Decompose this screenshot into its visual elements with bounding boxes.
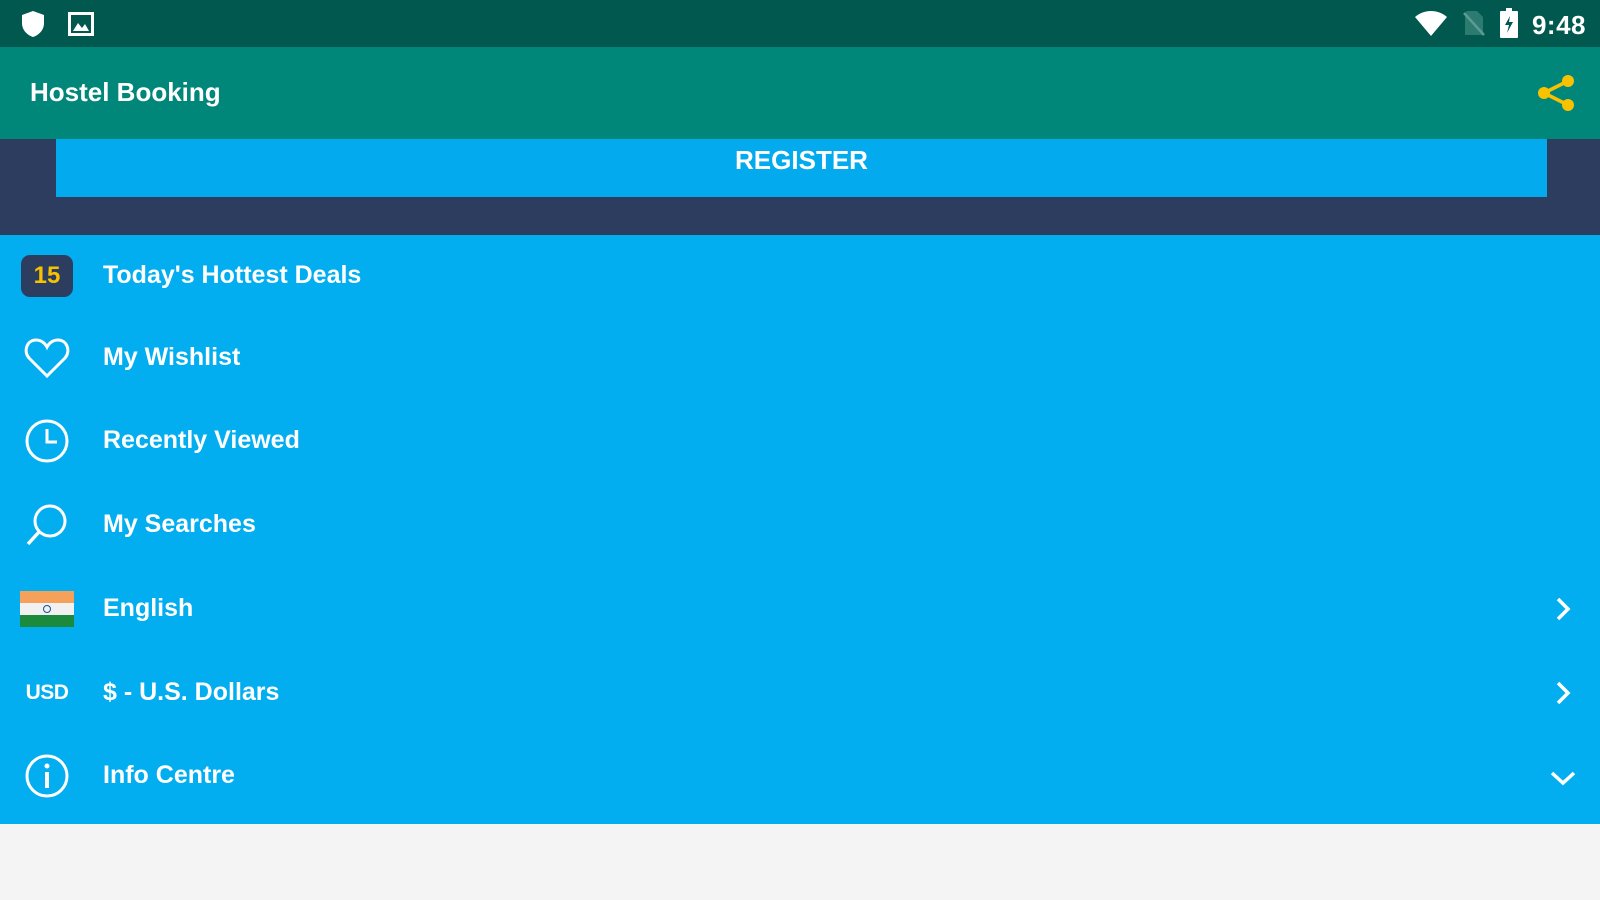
menu-label-wishlist: My Wishlist: [103, 343, 241, 371]
shield-icon: [20, 10, 46, 43]
bottom-blank-area: [0, 824, 1600, 900]
deals-badge-container: 15: [18, 247, 76, 305]
menu-label-language: English: [103, 594, 194, 622]
chevron-right-icon: [1546, 592, 1580, 626]
side-menu: 15 Today's Hottest Deals My Wishlist Rec…: [0, 235, 1600, 824]
menu-item-recently-viewed[interactable]: Recently Viewed: [0, 400, 1600, 484]
status-left: [20, 10, 94, 43]
status-right: 9:48: [1414, 8, 1586, 43]
currency-code-icon: USD: [18, 664, 76, 722]
image-icon: [68, 12, 94, 41]
share-button[interactable]: [1534, 71, 1578, 115]
status-time: 9:48: [1531, 10, 1586, 40]
menu-item-info-centre[interactable]: Info Centre: [0, 735, 1600, 819]
search-icon: [18, 496, 76, 554]
clock-icon: [18, 412, 76, 470]
menu-item-my-searches[interactable]: My Searches: [0, 484, 1600, 568]
menu-label-my-searches: My Searches: [103, 510, 256, 538]
chevron-right-icon: [1546, 676, 1580, 710]
menu-label-hottest-deals: Today's Hottest Deals: [103, 261, 362, 289]
register-button[interactable]: REGISTER: [56, 139, 1547, 197]
deals-count-badge: 15: [21, 255, 73, 297]
no-sim-icon: [1462, 9, 1486, 42]
menu-label-info-centre: Info Centre: [103, 761, 235, 789]
register-section: REGISTER: [0, 139, 1600, 235]
menu-label-currency: $ - U.S. Dollars: [103, 678, 280, 706]
menu-item-currency[interactable]: USD $ - U.S. Dollars: [0, 652, 1600, 736]
app-bar: Hostel Booking: [0, 47, 1600, 139]
chevron-down-icon: [1546, 759, 1580, 793]
info-icon: [18, 747, 76, 805]
india-flag-icon: [18, 580, 76, 638]
menu-item-hottest-deals[interactable]: 15 Today's Hottest Deals: [0, 235, 1600, 319]
status-bar: 9:48: [0, 0, 1600, 47]
heart-icon: [18, 329, 76, 387]
currency-code: USD: [25, 681, 69, 704]
share-icon: [1538, 75, 1574, 111]
wifi-icon: [1414, 9, 1448, 42]
menu-item-wishlist[interactable]: My Wishlist: [0, 317, 1600, 401]
menu-item-language[interactable]: English: [0, 568, 1600, 652]
menu-label-recently-viewed: Recently Viewed: [103, 426, 300, 454]
app-title: Hostel Booking: [30, 77, 221, 107]
battery-charging-icon: [1499, 8, 1518, 43]
